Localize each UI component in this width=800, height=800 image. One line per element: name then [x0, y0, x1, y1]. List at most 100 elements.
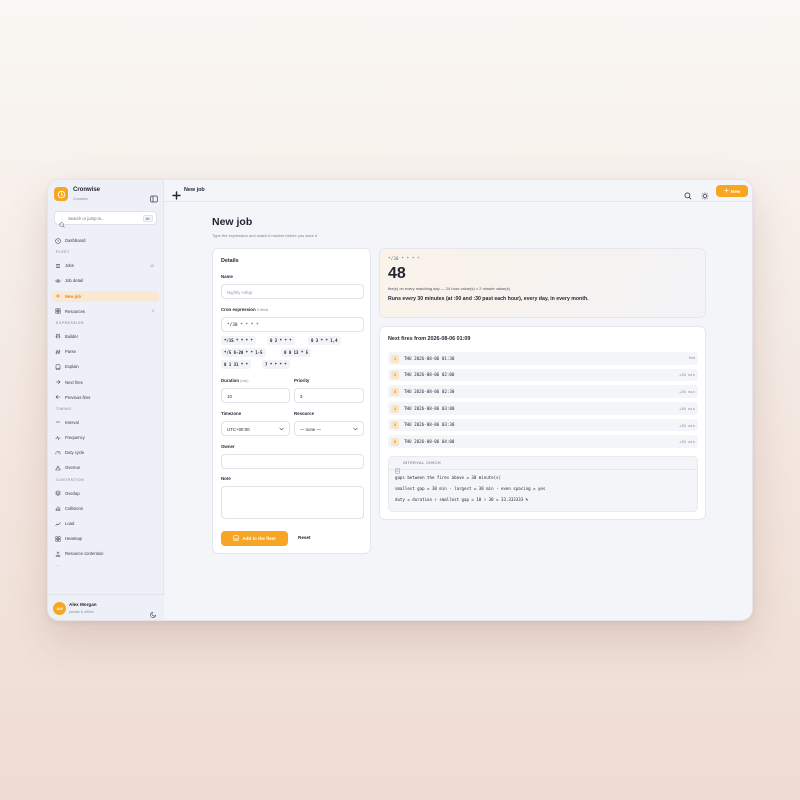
fire-row: 1 THU 2026-08-06 01:30 first: [388, 352, 698, 365]
sidebar-item-explain[interactable]: Explain: [52, 361, 159, 372]
preset-chip[interactable]: 0 1 31 * *: [221, 360, 252, 369]
gauge-icon: [55, 450, 61, 456]
interval-line: gaps between the fires above = 30 minute…: [395, 475, 501, 480]
sidebar-nav: Dashboard FLEET Jobs 13 Job detail New j…: [52, 235, 159, 567]
fire-gap: first: [688, 355, 695, 360]
preset-chip[interactable]: 0 3 * * 1,4: [308, 336, 341, 345]
sidebar-item-heatmap[interactable]: Heatmap: [52, 533, 159, 544]
sun-icon[interactable]: [701, 187, 709, 205]
search-placeholder: Search or jump to...: [68, 216, 105, 221]
cron-label-text: Cron expression: [221, 307, 256, 312]
sidebar-item-label: Parse: [65, 349, 76, 355]
sidebar-item-interval[interactable]: Interval: [52, 417, 159, 428]
add-to-fleet-button[interactable]: Add to the fleet: [221, 531, 288, 546]
layers-icon: [55, 490, 61, 496]
cron-input[interactable]: */30 * * * *: [221, 317, 364, 332]
interval-check-heading: INTERVAL CHECK: [403, 461, 442, 466]
sidebar-item-job-detail[interactable]: Job detail: [52, 275, 159, 286]
next-fires-heading: Next fires from 2026-08-06 01:09: [388, 336, 471, 342]
fire-time: THU 2026-08-06 03:30: [404, 422, 455, 428]
sidebar-item-label: Frequency: [65, 435, 85, 441]
preset-chip[interactable]: */5 6-20 * * 1-5: [221, 348, 266, 357]
app-name: Cronwise: [73, 187, 101, 193]
new-button[interactable]: New: [716, 185, 748, 197]
resource-select[interactable]: — none —: [294, 421, 364, 436]
sidebar-item-dashboard[interactable]: Dashboard: [52, 235, 159, 246]
priority-label: Priority: [294, 378, 310, 383]
sidebar-item-label: Dashboard: [65, 238, 86, 243]
sidebar: Cronwise Cronwise Search or jump to... ⌘…: [48, 180, 164, 620]
note-textarea[interactable]: [221, 486, 364, 519]
save-icon: [233, 535, 239, 542]
arrow-right-icon: [55, 379, 61, 385]
sidebar-item-overrun[interactable]: Overrun: [52, 462, 159, 473]
sidebar-toggle-icon[interactable]: [150, 190, 158, 203]
stack-icon: [55, 551, 61, 557]
sidebar-item-previous-fires[interactable]: Previous fires: [52, 392, 159, 403]
add-button-label: Add to the fleet: [242, 536, 276, 541]
sidebar-item-new-job[interactable]: New job: [52, 290, 159, 302]
sidebar-item-jobs[interactable]: Jobs 13: [52, 260, 159, 271]
sidebar-item-count: 13: [150, 263, 154, 268]
plus-icon: [55, 293, 61, 299]
sliders-icon: [55, 333, 61, 339]
resource-label: Resource: [294, 411, 315, 416]
fire-index: 5: [391, 421, 399, 430]
brand: Cronwise Cronwise: [54, 187, 158, 207]
plus-circle-icon: [172, 187, 181, 205]
preset-chip[interactable]: 0 0 13 * 5: [281, 348, 312, 357]
eye-icon: [55, 278, 61, 284]
warning-icon: [55, 465, 61, 471]
search-box[interactable]: Search or jump to... ⌘K: [54, 211, 157, 228]
duration-label-text: Duration: [221, 378, 240, 383]
user-status: private & offline: [69, 610, 94, 614]
fire-gap: +30 min: [678, 389, 695, 395]
priority-input[interactable]: 3: [294, 388, 364, 403]
name-input[interactable]: Nightly rollup: [221, 284, 364, 299]
interval-line: duty = duration ÷ smallest gap = 10 ÷ 30…: [395, 497, 529, 502]
sidebar-item-load[interactable]: Load: [52, 518, 159, 529]
duration-label: Duration (min): [221, 378, 248, 383]
search-icon[interactable]: [684, 187, 692, 205]
fire-time: THU 2026-08-06 02:30: [404, 388, 455, 394]
sidebar-item-label: New job: [65, 293, 82, 299]
sidebar-item-overlap[interactable]: Overlap: [52, 488, 159, 499]
owner-input[interactable]: [221, 454, 364, 469]
interval-check-panel: INTERVAL CHECK gaps between the fires ab…: [388, 456, 698, 512]
sidebar-item-collisions[interactable]: Collisions: [52, 503, 159, 514]
duration-input[interactable]: 10: [221, 388, 290, 403]
name-label: Name: [221, 274, 233, 279]
sidebar-item-next-fires[interactable]: Next fires: [52, 377, 159, 388]
sidebar-item-resource-contention[interactable]: Resource contention: [52, 548, 159, 559]
app-window: Cronwise Cronwise Search or jump to... ⌘…: [47, 179, 753, 621]
sidebar-item-label: Resource contention: [65, 551, 104, 557]
sidebar-item-parse[interactable]: Parse: [52, 346, 159, 357]
sidebar-item-frequency[interactable]: Frequency: [52, 432, 159, 443]
section-timing: TIMING: [56, 406, 72, 411]
sidebar-item-count: 4: [152, 309, 154, 314]
fire-row: 6 THU 2026-08-06 04:00 +30 min: [388, 435, 698, 448]
user-panel[interactable]: AM Alex Morgan private & offline: [48, 594, 164, 620]
bar-chart-icon: [55, 505, 61, 511]
owner-label: Owner: [221, 444, 235, 449]
sidebar-item-label: Previous fires: [65, 394, 91, 400]
timezone-value: UTC+00:00: [227, 426, 250, 432]
preset-chip[interactable]: 0 2 * * *: [267, 336, 295, 345]
reset-button[interactable]: Reset: [298, 535, 311, 540]
section-expression: EXPRESSION: [56, 320, 85, 325]
moon-icon[interactable]: [150, 605, 157, 620]
sidebar-item-duty-cycle[interactable]: Duty cycle: [52, 447, 159, 458]
topbar-title: New job: [184, 187, 205, 193]
preset-chip[interactable]: 7 * * * *: [262, 360, 290, 369]
trend-icon: [55, 521, 61, 527]
fire-gap: +30 min: [678, 405, 695, 411]
fire-row: 2 THU 2026-08-06 02:00 +30 min: [388, 368, 698, 382]
sidebar-item-label: Overlap: [65, 490, 80, 496]
timezone-select[interactable]: UTC+00:00: [221, 421, 290, 436]
fire-gap: +30 min: [678, 422, 695, 428]
fire-row: 5 THU 2026-08-06 03:30 +30 min: [388, 418, 698, 432]
sidebar-item-builder[interactable]: Builder: [52, 331, 159, 342]
fire-gap: +30 min: [678, 372, 695, 378]
preset-chip[interactable]: */15 * * * *: [221, 336, 256, 345]
sidebar-item-resources[interactable]: Resources 4: [52, 306, 159, 317]
